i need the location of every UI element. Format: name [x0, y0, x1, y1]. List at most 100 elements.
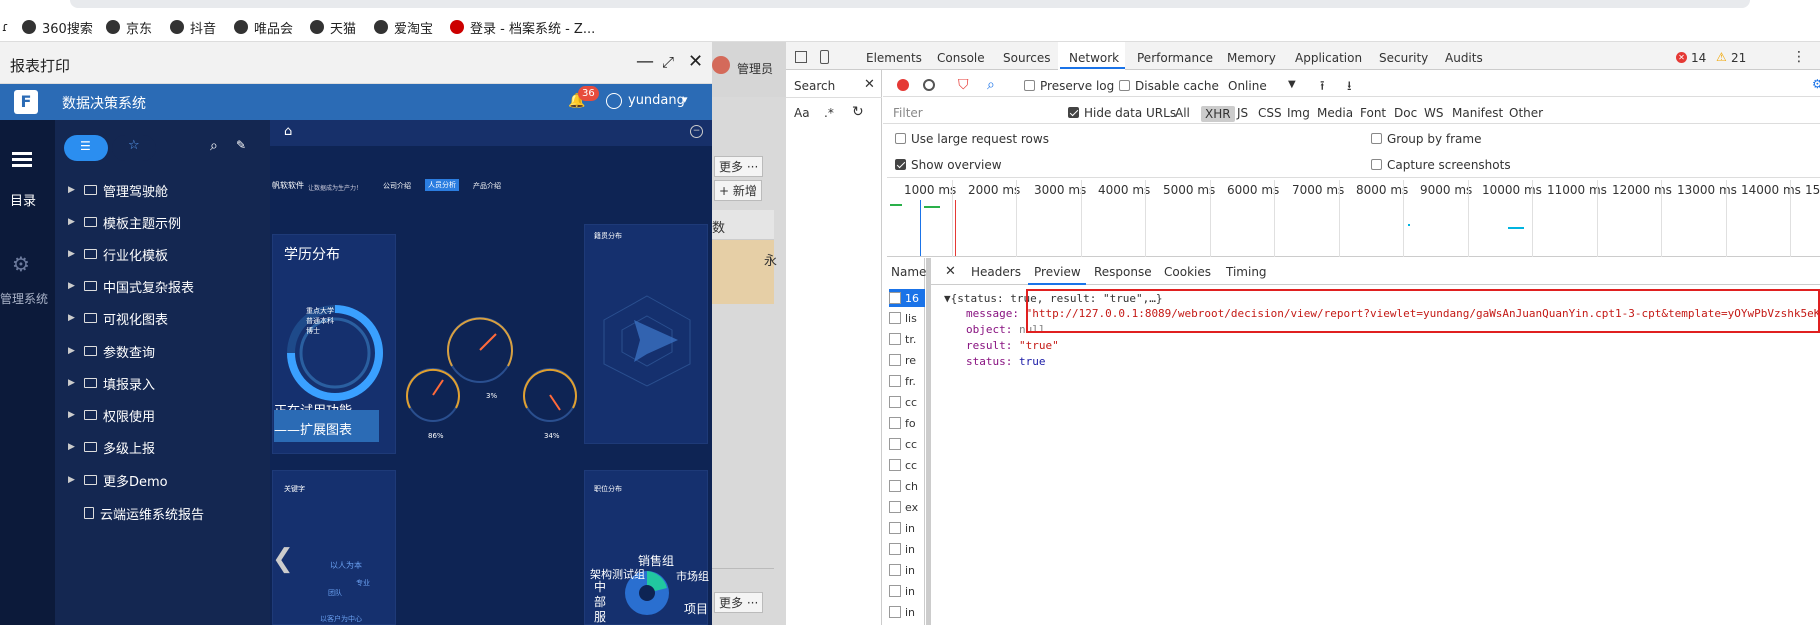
request-row[interactable]: ch: [889, 477, 918, 495]
inspect-icon[interactable]: [795, 51, 807, 63]
request-row[interactable]: in: [889, 519, 915, 537]
request-row[interactable]: ex: [889, 498, 918, 516]
group-by-frame-checkbox[interactable]: Group by frame: [1371, 132, 1481, 146]
carousel-prev-icon[interactable]: ❮: [272, 544, 294, 574]
list-view-toggle[interactable]: ☰: [64, 135, 108, 161]
close-icon[interactable]: ✕: [945, 264, 956, 279]
capture-screenshots-checkbox[interactable]: Capture screenshots: [1371, 158, 1511, 172]
tree-item[interactable]: ▶ 中国式复杂报表: [68, 276, 194, 296]
tree-item[interactable]: ▶ 行业化模板: [68, 244, 168, 264]
home-icon[interactable]: ⌂: [284, 124, 292, 139]
tab-network[interactable]: Network: [1069, 51, 1119, 65]
list-icon[interactable]: [12, 152, 32, 168]
pin-icon[interactable]: ✎: [236, 138, 246, 152]
type-filter-js[interactable]: JS: [1237, 106, 1248, 120]
more-button[interactable]: 更多 ···: [714, 592, 764, 613]
rail-item-management[interactable]: 管理系统: [0, 290, 48, 307]
tree-item[interactable]: ▶ 权限使用: [68, 405, 155, 425]
search-icon[interactable]: ⌕: [210, 138, 218, 154]
bookmark-item[interactable]: 京东: [106, 17, 152, 37]
request-row[interactable]: lis: [889, 309, 917, 327]
type-filter-media[interactable]: Media: [1317, 106, 1353, 120]
dashboard-nav-item[interactable]: 人员分析: [425, 179, 459, 191]
tree-item[interactable]: ▶ 可视化图表: [68, 308, 168, 328]
request-row[interactable]: tr.: [889, 330, 916, 348]
favorites-toggle[interactable]: ☆: [112, 135, 156, 161]
rail-item-catalog[interactable]: 目录: [10, 190, 36, 209]
match-case-toggle[interactable]: Aa: [794, 106, 810, 120]
close-icon[interactable]: ✕: [864, 77, 875, 92]
search-icon[interactable]: ⌕: [987, 77, 995, 93]
dashboard-nav-item[interactable]: 产品介绍: [473, 181, 501, 191]
filter-icon[interactable]: ⛉: [958, 77, 969, 93]
name-column-header[interactable]: Name: [891, 265, 926, 279]
request-row[interactable]: fo: [889, 414, 916, 432]
disable-cache-checkbox[interactable]: Disable cache: [1119, 79, 1219, 93]
type-filter-all[interactable]: All: [1175, 106, 1190, 120]
request-row[interactable]: cc: [889, 435, 917, 453]
bookmark-apps[interactable]: ɾ: [2, 17, 8, 37]
more-options-icon[interactable]: ⋮: [1792, 49, 1806, 65]
clear-icon[interactable]: [923, 79, 935, 91]
export-icon[interactable]: ⭳: [1347, 77, 1352, 99]
minimize-button[interactable]: —: [636, 52, 654, 72]
tab-performance[interactable]: Performance: [1137, 51, 1213, 65]
dashboard-nav-item[interactable]: 公司介绍: [383, 181, 411, 191]
record-icon[interactable]: [897, 79, 909, 91]
import-icon[interactable]: ⭱: [1320, 77, 1325, 99]
tab-application[interactable]: Application: [1295, 51, 1362, 65]
tree-item[interactable]: ▶ 参数查询: [68, 341, 155, 361]
address-bar[interactable]: [70, 0, 1750, 8]
request-row[interactable]: cc: [889, 456, 917, 474]
preserve-log-checkbox[interactable]: Preserve log: [1024, 79, 1114, 93]
show-overview-checkbox[interactable]: Show overview: [895, 158, 1002, 172]
bookmark-item[interactable]: 天猫: [310, 17, 356, 37]
filter-input[interactable]: Filter: [893, 106, 1053, 120]
chevron-down-icon[interactable]: ▾: [682, 93, 688, 106]
detail-tab-headers[interactable]: Headers: [971, 265, 1021, 279]
close-tab-icon[interactable]: −: [690, 125, 703, 138]
throttle-select[interactable]: Online: [1228, 79, 1267, 93]
bookmark-item[interactable]: 爱淘宝: [374, 17, 433, 37]
request-row[interactable]: in: [889, 582, 915, 600]
bookmark-item[interactable]: 360搜索: [22, 17, 93, 37]
tree-item[interactable]: ▶ 填报录入: [68, 373, 155, 393]
tree-item[interactable]: ▶ 更多Demo: [68, 470, 168, 490]
user-name[interactable]: yundang: [628, 93, 685, 108]
type-filter-manifest[interactable]: Manifest: [1452, 106, 1503, 120]
request-row[interactable]: in: [889, 540, 915, 558]
large-rows-checkbox[interactable]: Use large request rows: [895, 132, 1049, 146]
tree-item[interactable]: 云端运维系统报告: [68, 503, 204, 523]
settings-icon[interactable]: ⚙: [1812, 77, 1820, 91]
tree-item[interactable]: ▶ 多级上报: [68, 437, 155, 457]
chevron-down-icon[interactable]: ▼: [1288, 79, 1296, 90]
type-filter-doc[interactable]: Doc: [1394, 106, 1417, 120]
scrollbar[interactable]: [926, 258, 931, 625]
type-filter-xhr[interactable]: XHR: [1201, 106, 1235, 122]
error-count[interactable]: 14: [1691, 51, 1706, 65]
tab-console[interactable]: Console: [937, 51, 985, 65]
hide-data-urls-checkbox[interactable]: Hide data URLs: [1068, 106, 1176, 120]
detail-tab-cookies[interactable]: Cookies: [1164, 265, 1211, 279]
request-row[interactable]: cc: [889, 393, 917, 411]
tree-item[interactable]: ▶ 管理驾驶舱: [68, 180, 168, 200]
tab-elements[interactable]: Elements: [866, 51, 922, 65]
refresh-icon[interactable]: ↻: [852, 104, 864, 120]
tab-memory[interactable]: Memory: [1227, 51, 1276, 65]
request-row[interactable]: 16: [889, 289, 925, 307]
tab-sources[interactable]: Sources: [1003, 51, 1050, 65]
type-filter-ws[interactable]: WS: [1424, 106, 1443, 120]
request-row[interactable]: re: [889, 351, 916, 369]
type-filter-img[interactable]: Img: [1287, 106, 1310, 120]
request-row[interactable]: in: [889, 561, 915, 579]
warning-count[interactable]: 21: [1731, 51, 1746, 65]
detail-tab-response[interactable]: Response: [1094, 265, 1152, 279]
type-filter-css[interactable]: CSS: [1258, 106, 1282, 120]
close-button[interactable]: ✕: [688, 52, 703, 72]
type-filter-other[interactable]: Other: [1509, 106, 1543, 120]
bookmark-item[interactable]: 唯品会: [234, 17, 293, 37]
add-button[interactable]: + 新增: [714, 180, 762, 201]
regex-toggle[interactable]: .*: [824, 106, 834, 120]
maximize-button[interactable]: ⤢: [662, 52, 674, 72]
tab-audits[interactable]: Audits: [1445, 51, 1483, 65]
